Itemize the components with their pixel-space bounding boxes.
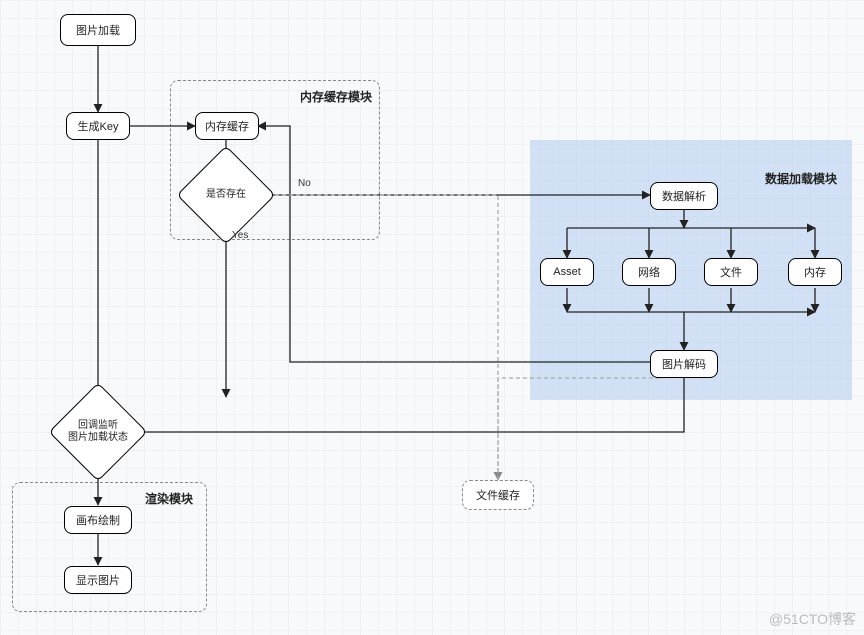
node-exists: 是否存在 <box>191 160 261 230</box>
node-show: 显示图片 <box>64 566 132 594</box>
node-asset: Asset <box>540 258 594 286</box>
node-exists-label: 是否存在 <box>206 189 246 201</box>
node-callback-label: 回调监听 图片加载状态 <box>68 420 128 444</box>
module-memory-cache-title: 内存缓存模块 <box>300 88 372 105</box>
node-memcache: 内存缓存 <box>195 112 259 140</box>
node-decode: 图片解码 <box>650 350 718 378</box>
node-network: 网络 <box>622 258 676 286</box>
watermark: @51CTO博客 <box>769 609 856 629</box>
module-render-title: 渲染模块 <box>145 490 193 507</box>
node-callback: 回调监听 图片加载状态 <box>63 397 133 467</box>
node-parse: 数据解析 <box>650 182 718 210</box>
edge-label-no: No <box>298 178 311 189</box>
node-genkey: 生成Key <box>66 112 130 140</box>
node-start: 图片加载 <box>60 14 136 46</box>
node-filecache: 文件缓存 <box>462 480 534 510</box>
node-canvas: 画布绘制 <box>64 506 132 534</box>
node-file: 文件 <box>704 258 758 286</box>
module-data-loading-title: 数据加载模块 <box>765 170 837 187</box>
node-mem: 内存 <box>788 258 842 286</box>
edge-label-yes: Yes <box>232 230 248 241</box>
